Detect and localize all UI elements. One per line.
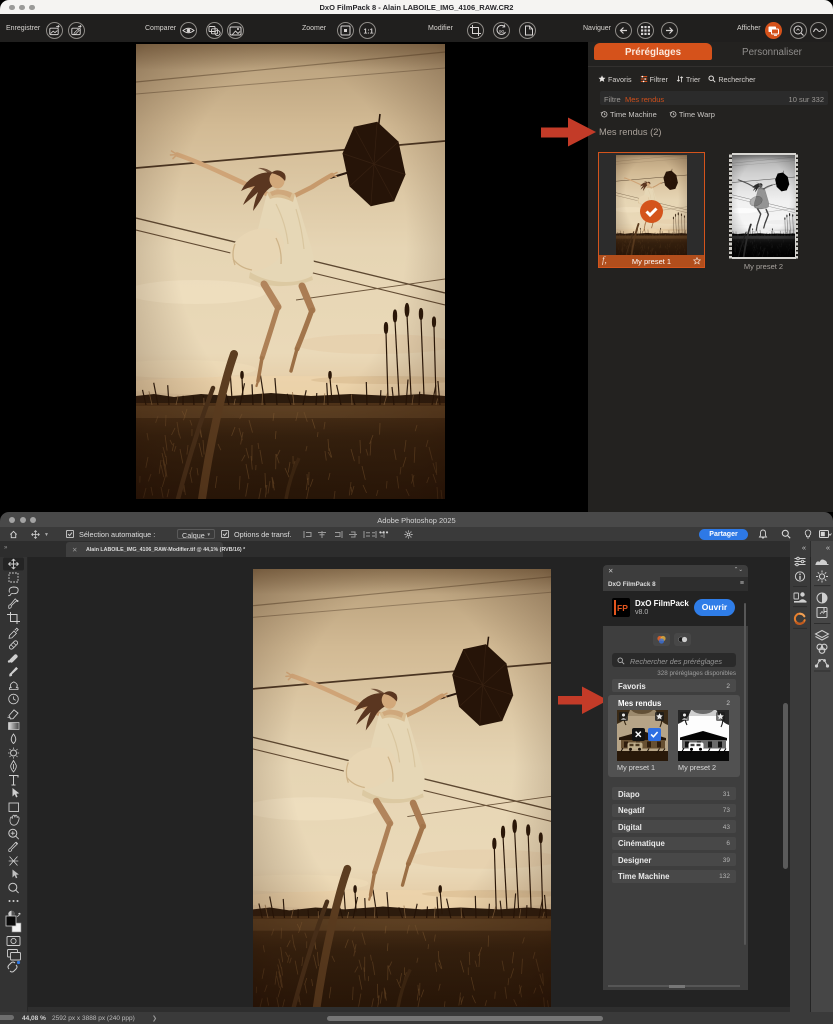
svg-text:1:1: 1:1 <box>363 29 373 36</box>
svg-text:90: 90 <box>499 29 505 34</box>
svg-text:«: « <box>802 543 806 552</box>
svg-text:«: « <box>825 543 829 552</box>
